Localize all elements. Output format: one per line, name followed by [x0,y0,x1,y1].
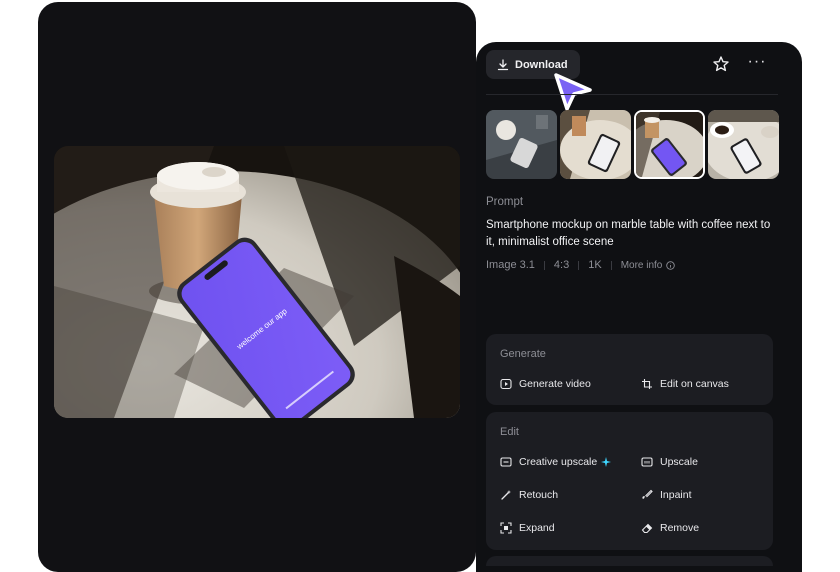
more-info-label: More info [620,259,663,271]
sparkle-icon [601,457,612,467]
generate-video-button[interactable]: Generate video [500,378,591,390]
resolution: 1K [588,259,602,271]
download-icon [497,58,509,70]
thumbnail-1-image [486,110,557,179]
edit-section: Edit Creative upscale Upscale Retouch In… [486,412,773,550]
generate-video-label: Generate video [519,378,591,390]
expand-label: Expand [519,522,555,534]
thumbnail-1[interactable] [486,110,557,179]
next-section-edge [486,556,773,566]
edit-on-canvas-button[interactable]: Edit on canvas [641,378,729,390]
generate-section: Generate Generate video Edit on canvas [486,334,773,405]
meta-separator [543,260,545,270]
canvas-crop-icon [642,379,652,389]
creative-upscale-icon [500,457,512,467]
meta-separator [578,260,580,270]
info-icon [666,260,676,270]
edit-on-canvas-label: Edit on canvas [660,378,729,390]
inpaint-brush-icon [642,489,653,499]
thumbnail-4-image [708,110,779,179]
panel-divider [486,94,778,95]
retouch-wand-icon [501,490,511,500]
retouch-button[interactable]: Retouch [500,489,558,501]
generate-title: Generate [500,348,546,360]
thumbnail-3[interactable] [634,110,705,179]
thumbnail-4[interactable] [708,110,779,179]
remove-label: Remove [660,522,700,534]
meta-separator [610,260,612,270]
eraser-icon [641,523,653,534]
upscale-icon [641,457,653,467]
generated-image-illustration: welcome our app [54,146,460,418]
expand-icon [500,522,512,534]
thumbnail-3-image [636,112,703,177]
expand-button[interactable]: Expand [500,522,555,534]
edit-title: Edit [500,426,519,438]
more-options-icon[interactable]: ··· [746,54,768,73]
image-meta: Image 3.1 4:3 1K More info [486,258,676,272]
upscale-button[interactable]: Upscale [641,456,698,468]
retouch-label: Retouch [519,489,559,501]
creative-upscale-label: Creative upscale [519,456,598,468]
inpaint-button[interactable]: Inpaint [641,489,692,501]
star-icon[interactable] [712,55,730,73]
generated-image[interactable]: welcome our app [54,146,460,418]
model-name: Image 3.1 [486,259,535,271]
prompt-text: Smartphone mockup on marble table with c… [486,219,771,248]
prompt-label: Prompt [486,196,524,208]
inpaint-label: Inpaint [660,489,692,501]
upscale-label: Upscale [660,456,698,468]
more-info-link[interactable]: More info [621,260,676,271]
creative-upscale-button[interactable]: Creative upscale [500,456,612,468]
video-icon [500,378,512,390]
thumbnail-2[interactable] [560,110,631,179]
remove-button[interactable]: Remove [641,522,699,534]
aspect-ratio: 4:3 [553,259,570,271]
thumbnail-2-image [560,110,631,179]
download-label: Download [515,58,568,71]
cursor-pointer-icon [554,73,592,111]
